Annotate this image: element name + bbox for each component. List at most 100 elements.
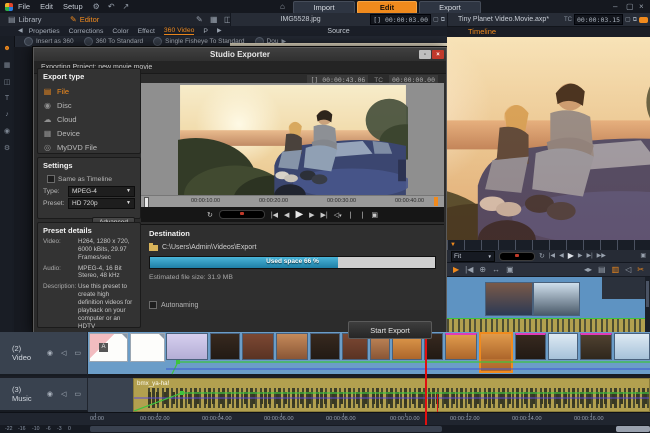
tab-color[interactable]: Color	[112, 28, 128, 35]
video-clip[interactable]	[580, 333, 612, 360]
preset-select[interactable]: HD 720p ▼	[68, 197, 135, 209]
speaker-icon[interactable]: ◁	[61, 350, 66, 357]
eye-icon[interactable]: ◉	[47, 391, 53, 398]
audio-monitor-icon[interactable]: ◁	[625, 265, 631, 274]
go-to-start-icon[interactable]: |◀	[549, 253, 555, 259]
track1-audio-strip[interactable]	[447, 318, 650, 333]
trim-editor-icon[interactable]: ◂▸	[584, 265, 592, 274]
video-clip[interactable]	[242, 333, 274, 360]
video-clip[interactable]	[515, 333, 546, 360]
tab-properties[interactable]: Properties	[29, 28, 60, 35]
clip-thumbnail[interactable]	[533, 282, 580, 316]
trim-mode-icon[interactable]: |◀	[465, 265, 473, 274]
track1-clip-area[interactable]	[447, 277, 650, 318]
settings-tool-icon[interactable]: ⚙	[0, 144, 14, 152]
clip-icon[interactable]: ▦	[0, 61, 14, 69]
go-to-end-icon[interactable]: ▶|	[321, 211, 328, 219]
start-export-button[interactable]: Start Export	[348, 321, 432, 339]
preview-playhead-marker[interactable]: ▼	[450, 240, 456, 250]
fullscreen-icon[interactable]: ▣	[640, 253, 646, 259]
close-window-icon[interactable]: ×	[639, 3, 644, 11]
gear-icon[interactable]: ⚙	[93, 2, 100, 11]
clip-bin-icon[interactable]: ▤	[598, 265, 606, 274]
music-track[interactable]: bmx_ya-ha!	[88, 378, 650, 412]
tab-effect[interactable]: Effect	[138, 28, 155, 35]
ruler-end-marker[interactable]	[434, 197, 438, 206]
menu-edit[interactable]: Edit	[40, 2, 53, 11]
music-track-header[interactable]: (3) Music ◉ ◁ ▭	[0, 378, 88, 412]
home-icon[interactable]: ⌂	[280, 3, 285, 11]
tab-corrections[interactable]: Corrections	[69, 28, 104, 35]
transition-icon[interactable]: ◫	[0, 78, 14, 86]
autonaming-checkbox[interactable]	[149, 301, 157, 309]
vertical-scrollbar-thumb[interactable]	[646, 281, 649, 307]
scissors-icon[interactable]: ✂	[637, 265, 644, 274]
loop-icon[interactable]: ↻	[207, 211, 213, 219]
select-cursor-icon[interactable]: ▶	[453, 265, 459, 274]
music-tool-icon[interactable]: ♪	[0, 111, 14, 118]
title-clip[interactable]	[130, 333, 165, 362]
video-clip[interactable]	[310, 333, 340, 360]
step-back-icon[interactable]: ◀	[559, 253, 564, 259]
restore-window-icon[interactable]: ▢	[626, 3, 634, 11]
title-clip[interactable]: A	[89, 333, 128, 362]
dialog-title-bar[interactable]: Studio Exporter ▫ ×	[34, 48, 446, 62]
same-as-timeline-checkbox[interactable]	[47, 175, 55, 183]
tab-overflow[interactable]: P	[203, 28, 208, 35]
play-icon[interactable]: ▶	[568, 252, 574, 260]
360-to-standard-button[interactable]: 360 To Standard	[83, 37, 143, 46]
menu-setup[interactable]: Setup	[63, 2, 83, 11]
monitor-icon[interactable]: ▭	[74, 391, 81, 398]
snapshot-icon[interactable]: ▣	[506, 265, 514, 274]
step-forward-icon[interactable]: ▶	[309, 211, 314, 219]
speaker-icon[interactable]: ◁	[61, 391, 66, 398]
fit-select[interactable]: Fit ▼	[451, 250, 495, 262]
add-marker-icon[interactable]: ⊕	[479, 265, 486, 274]
timeline-playhead[interactable]	[425, 332, 427, 425]
marker-out-icon[interactable]: ❘	[360, 211, 366, 219]
go-to-start-icon[interactable]: |◀	[271, 211, 278, 219]
video-clip[interactable]	[614, 333, 650, 360]
tab-editor[interactable]: ✎ Editor	[70, 15, 99, 24]
eye-icon[interactable]: ◉	[47, 350, 53, 357]
volume-icon[interactable]: ◁▾	[334, 211, 342, 219]
insert-as-360-button[interactable]: Insert as 360	[24, 37, 74, 46]
clapper-icon[interactable]: ▦	[210, 16, 218, 24]
detach-panel-icon[interactable]: ▢	[433, 17, 439, 23]
export-type-mydvd[interactable]: ◎ MyDVD File	[43, 140, 135, 154]
marker-in-icon[interactable]: ❘	[348, 211, 354, 219]
type-select[interactable]: MPEG-4 ▼	[68, 185, 135, 197]
monitor-icon[interactable]: ▭	[74, 350, 81, 357]
tabs-overflow-arrow-icon[interactable]: ▶	[217, 28, 222, 34]
jog-shuttle[interactable]	[218, 210, 265, 219]
magnet-icon[interactable]: ▥	[612, 265, 620, 274]
export-type-disc[interactable]: ◉ Disc	[43, 98, 135, 112]
scrollbar-end-cap[interactable]	[616, 426, 650, 432]
copy-icon[interactable]: ⧉	[633, 17, 637, 23]
step-back-icon[interactable]: ◀	[284, 211, 289, 219]
dialog-close-button[interactable]: ×	[432, 50, 444, 59]
source-tab[interactable]: Source	[230, 28, 447, 35]
loop-icon[interactable]: ↻	[539, 253, 545, 260]
video-clip[interactable]	[445, 333, 477, 360]
vertical-scrollbar[interactable]	[645, 277, 650, 332]
horizontal-scrollbar-thumb[interactable]	[90, 426, 442, 432]
next-clip-icon[interactable]: ▶▶	[597, 253, 606, 259]
menu-file[interactable]: File	[18, 2, 30, 11]
video-track-header[interactable]: (2) Video ◉ ◁ ▭	[0, 332, 88, 376]
video-clip[interactable]	[548, 333, 578, 360]
emoji-face-icon[interactable]: ☻	[0, 45, 14, 52]
audio-mixer-toggle-icon[interactable]	[639, 16, 648, 23]
tab-360-video[interactable]: 360 Video	[163, 27, 195, 35]
destination-path[interactable]: C:\Users\Admin\Videos\Export	[162, 244, 256, 251]
pencil-icon[interactable]: ✎	[196, 16, 203, 24]
export-type-cloud[interactable]: ☁ Cloud	[43, 112, 135, 126]
video-clip[interactable]	[166, 333, 208, 360]
selected-video-clip[interactable]	[479, 332, 513, 373]
minimize-window-icon[interactable]: –	[613, 3, 617, 11]
jog-shuttle[interactable]	[499, 251, 535, 261]
folder-icon[interactable]	[149, 242, 158, 251]
split-icon[interactable]: ↔	[492, 265, 500, 274]
detach-panel-icon[interactable]: ▢	[625, 17, 631, 23]
step-forward-icon[interactable]: ▶	[578, 253, 583, 259]
